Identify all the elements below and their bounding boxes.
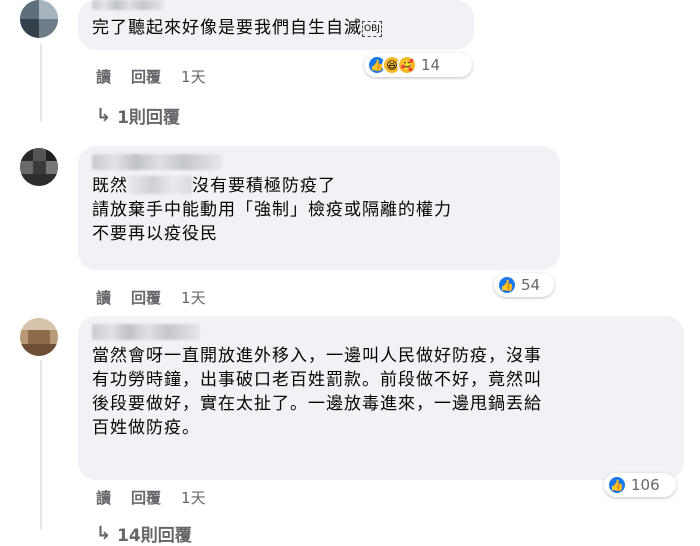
read-button[interactable]: 讀 [96,66,111,87]
reaction-summary[interactable]: 👍 106 [604,473,676,497]
avatar[interactable] [20,318,58,356]
reply-arrow-icon: ↳ [96,105,112,126]
read-button[interactable]: 讀 [96,287,111,308]
care-icon: 🥰 [397,55,417,75]
emoji-placeholder: OBJ [362,21,382,37]
comment-bubble: 完了聽起來好像是要我們自生自滅 OBJ [78,0,474,50]
comment-text-line: 有功勞時鐘，出事破口老百姓罰款。前段做不好，竟然叫 [92,370,542,390]
comment-text-line: 當然會呀一直開放進外移入，一邊叫人民做好防疫，沒事 [92,346,542,366]
view-replies-link[interactable]: ↳ 1則回覆 [96,103,180,128]
commenter-name-redacted[interactable] [92,154,222,170]
comment-text-line: 請放棄手中能動用「強制」檢疫或隔離的權力 [92,200,452,220]
comment-actions: 讀 回覆 1天 [96,66,206,87]
thread-line [40,360,42,530]
reaction-summary[interactable]: 👍 54 [494,273,554,297]
commenter-name-redacted[interactable] [92,0,164,10]
timestamp[interactable]: 1天 [181,287,206,308]
redacted-text [128,176,192,194]
reaction-count: 14 [421,56,441,74]
view-replies-link[interactable]: ↳ 14則回覆 [96,521,192,546]
like-icon: 👍 [497,275,517,295]
reply-button[interactable]: 回覆 [131,66,161,87]
comment-text-line: 後段要做好，實在太扯了。一邊放毒進來，一邊甩鍋丟給 [92,394,542,414]
comment-actions: 讀 回覆 1天 [96,287,206,308]
timestamp[interactable]: 1天 [181,487,206,508]
comment-text-line: 既然 沒有要積極防疫了 [92,176,336,196]
comment-bubble: 當然會呀一直開放進外移入，一邊叫人民做好防疫，沒事 有功勞時鐘，出事破口老百姓罰… [78,316,684,480]
comment-actions: 讀 回覆 1天 [96,487,206,508]
avatar[interactable] [20,148,58,186]
avatar[interactable] [20,0,58,38]
commenter-name-redacted[interactable] [92,324,200,340]
reply-button[interactable]: 回覆 [131,487,161,508]
replies-count-label: 1則回覆 [117,108,180,128]
timestamp[interactable]: 1天 [181,66,206,87]
reply-arrow-icon: ↳ [96,523,112,544]
reaction-count: 54 [521,276,541,294]
reaction-count: 106 [631,476,660,494]
read-button[interactable]: 讀 [96,487,111,508]
comment-text: 完了聽起來好像是要我們自生自滅 OBJ [92,18,382,38]
replies-count-label: 14則回覆 [117,526,192,546]
comment-bubble: 既然 沒有要積極防疫了 請放棄手中能動用「強制」檢疫或隔離的權力 不要再以疫役民 [78,146,560,270]
reaction-summary[interactable]: 👍 😆 🥰 14 [364,53,472,77]
reply-button[interactable]: 回覆 [131,287,161,308]
comment-text-line: 百姓做防疫。 [92,418,200,438]
comment-text-line: 不要再以疫役民 [92,224,218,244]
thread-line [40,44,42,122]
like-icon: 👍 [607,475,627,495]
